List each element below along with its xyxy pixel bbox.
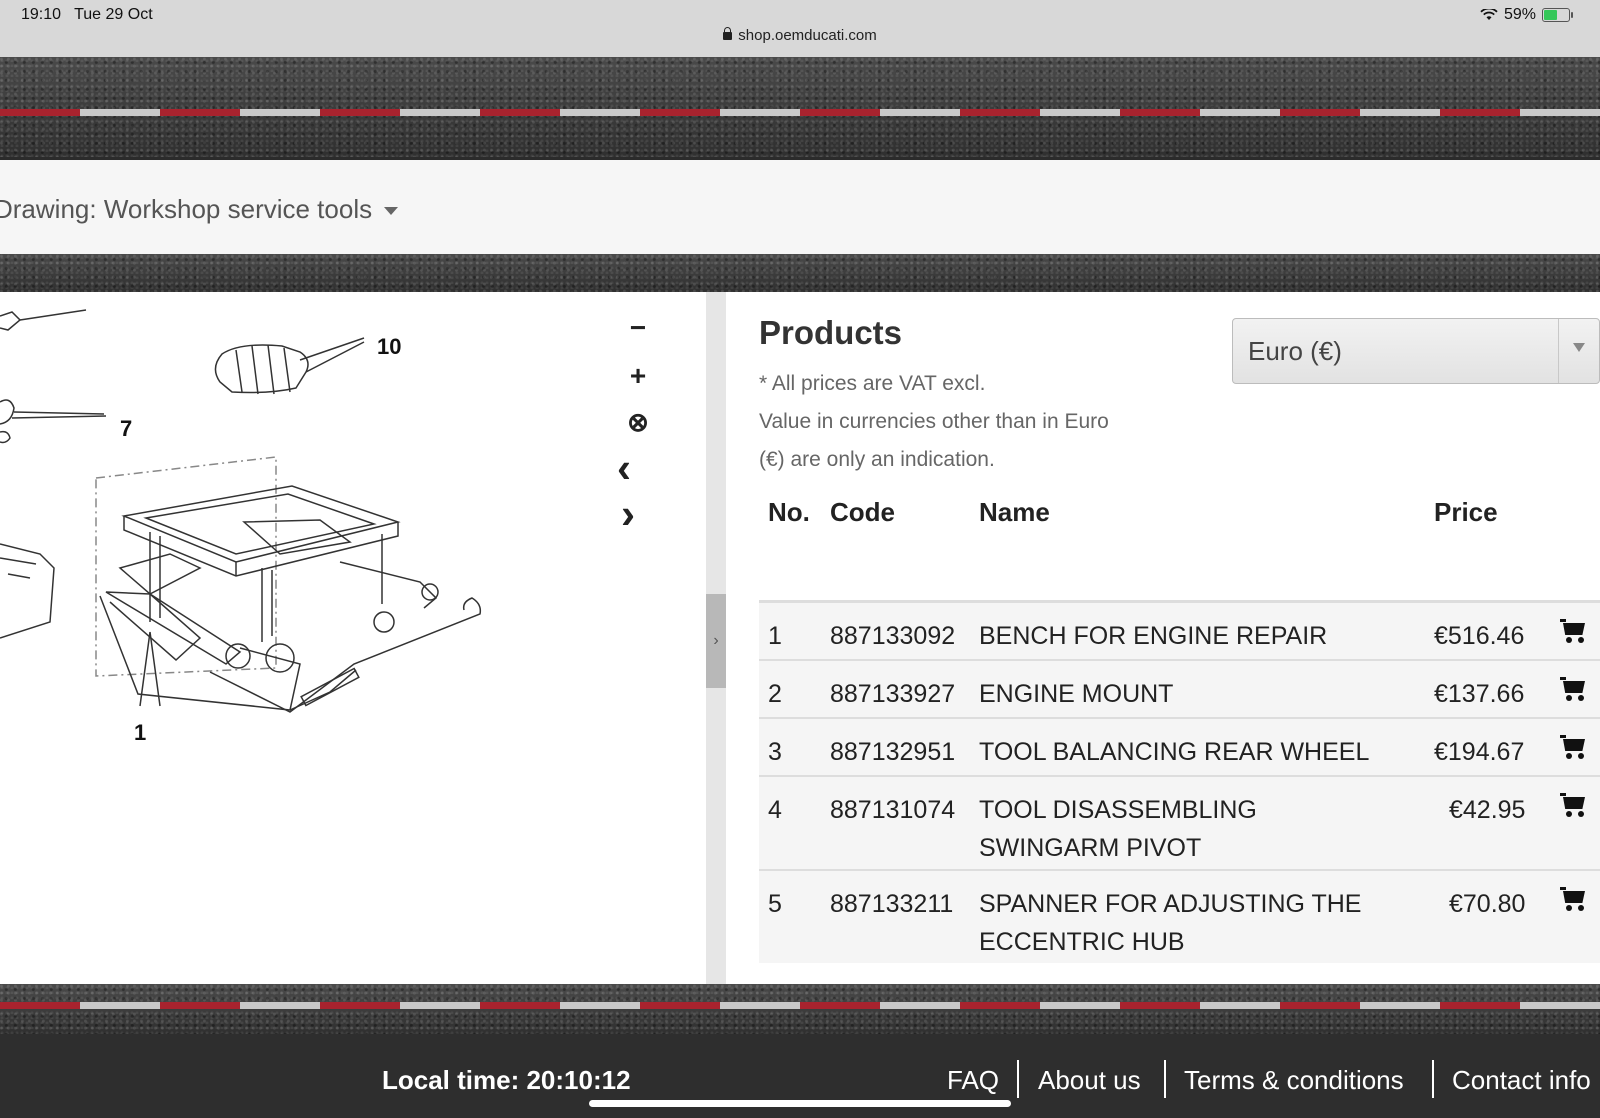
row-price: €516.46 xyxy=(1434,622,1525,650)
currency-select[interactable]: Euro (€) xyxy=(1232,318,1600,384)
row-number: 2 xyxy=(768,680,782,708)
drawing-dropdown[interactable]: Drawing: Workshop service tools xyxy=(0,194,399,225)
row-name: TOOL BALANCING REAR WHEEL xyxy=(979,738,1370,766)
reset-view-button[interactable]: ⊗ xyxy=(622,406,654,438)
footer-link-contact[interactable]: Contact info xyxy=(1452,1065,1591,1096)
lock-icon xyxy=(723,27,733,40)
url-text: shop.oemducati.com xyxy=(738,27,877,44)
footer-link-faq[interactable]: FAQ xyxy=(947,1065,999,1096)
drawing-title: Drawing: Workshop service tools xyxy=(0,194,373,224)
row-number: 1 xyxy=(768,622,782,650)
clock: 19:10 xyxy=(21,6,62,23)
row-price: €194.67 xyxy=(1434,738,1525,766)
currency-note: Value in currencies other than in Euro xyxy=(759,410,1109,433)
add-to-cart-icon[interactable] xyxy=(1560,793,1588,819)
racing-stripe xyxy=(0,109,1600,116)
caret-down-icon xyxy=(384,207,399,216)
status-indicators: 59% xyxy=(1480,6,1573,24)
add-to-cart-icon[interactable] xyxy=(1560,677,1588,703)
chevron-down-icon xyxy=(1558,319,1599,383)
row-code: 887133211 xyxy=(830,890,954,918)
racing-stripe xyxy=(0,1002,1600,1009)
next-drawing-button[interactable]: › xyxy=(612,490,644,537)
row-code: 887132951 xyxy=(830,738,956,766)
products-title: Products xyxy=(759,314,903,351)
row-number: 3 xyxy=(768,738,782,766)
header-background xyxy=(0,57,1600,157)
column-header-price: Price xyxy=(1434,497,1498,527)
footer-link-terms[interactable]: Terms & conditions xyxy=(1184,1065,1404,1096)
close-circle-icon: ⊗ xyxy=(627,406,649,437)
zoom-out-button[interactable]: − xyxy=(622,312,654,344)
row-name: ENGINE MOUNT xyxy=(979,680,1174,708)
table-header: No. Code Name Price xyxy=(759,497,1600,549)
chevron-right-icon[interactable]: › xyxy=(706,594,726,688)
vat-note: * All prices are VAT excl. xyxy=(759,372,986,395)
local-time: Local time: 20:10:12 xyxy=(382,1065,631,1095)
wifi-icon xyxy=(1480,9,1498,20)
minus-icon: − xyxy=(629,312,647,343)
parts-illustration xyxy=(0,309,482,713)
callout-label: 1 xyxy=(134,720,147,745)
zoom-in-button[interactable]: + xyxy=(622,360,654,392)
panel-divider[interactable]: › xyxy=(706,292,726,984)
currency-note: (€) are only an indication. xyxy=(759,448,995,471)
battery-percent: 59% xyxy=(1503,6,1536,23)
table-row[interactable]: 4 887131074 TOOL DISASSEMBLING SWINGARM … xyxy=(759,777,1600,871)
date: Tue 29 Oct xyxy=(74,6,153,23)
currency-value: Euro (€) xyxy=(1248,336,1342,366)
row-name: BENCH FOR ENGINE REPAIR xyxy=(979,622,1328,650)
callout-label: 7 xyxy=(120,416,133,441)
chevron-left-icon: ‹ xyxy=(617,444,631,491)
add-to-cart-icon[interactable] xyxy=(1560,619,1588,645)
row-code: 887133092 xyxy=(830,622,956,650)
status-time: 19:10 Tue 29 Oct xyxy=(21,6,153,24)
battery-icon xyxy=(1542,8,1573,22)
table-row[interactable]: 2 887133927 ENGINE MOUNT €137.66 xyxy=(759,661,1600,719)
previous-drawing-button[interactable]: ‹ xyxy=(608,444,640,491)
row-price: €137.66 xyxy=(1434,680,1525,708)
footer-separator xyxy=(1017,1060,1019,1098)
footer-link-about[interactable]: About us xyxy=(1038,1065,1141,1096)
plus-icon: + xyxy=(629,360,647,391)
row-price: €42.95 xyxy=(1449,796,1526,824)
footer-background xyxy=(0,984,1600,1034)
row-price: €70.80 xyxy=(1449,890,1526,918)
callout-label: 10 xyxy=(377,334,402,359)
table-row[interactable]: 3 887132951 TOOL BALANCING REAR WHEEL €1… xyxy=(759,719,1600,777)
column-header-no: No. xyxy=(768,497,810,527)
row-name: SPANNER FOR ADJUSTING THE ECCENTRIC HUB xyxy=(979,890,1362,956)
add-to-cart-icon[interactable] xyxy=(1560,735,1588,761)
parts-drawing-viewer[interactable]: 10 7 1 − + ⊗ ‹ › xyxy=(0,292,706,984)
footer-separator xyxy=(1432,1060,1434,1098)
table-row[interactable]: 1 887133092 BENCH FOR ENGINE REPAIR €516… xyxy=(759,603,1600,661)
products-panel: Products Euro (€) * All prices are VAT e… xyxy=(726,292,1600,984)
footer-separator xyxy=(1164,1060,1166,1098)
row-code: 887133927 xyxy=(830,680,956,708)
row-number: 5 xyxy=(768,890,782,918)
chevron-right-icon: › xyxy=(621,490,635,537)
column-header-code: Code xyxy=(830,497,895,527)
address-bar[interactable]: shop.oemducati.com xyxy=(0,27,1600,44)
row-number: 4 xyxy=(768,796,782,824)
row-code: 887131074 xyxy=(830,796,956,824)
separator-background xyxy=(0,254,1600,292)
drawing-selector-bar: Drawing: Workshop service tools xyxy=(0,160,1600,254)
row-name: TOOL DISASSEMBLING SWINGARM PIVOT xyxy=(979,796,1257,862)
add-to-cart-icon[interactable] xyxy=(1560,887,1588,913)
home-indicator[interactable] xyxy=(589,1100,1011,1107)
table-row[interactable]: 5 887133211 SPANNER FOR ADJUSTING THE EC… xyxy=(759,871,1600,963)
status-bar: 19:10 Tue 29 Oct shop.oemducati.com 59% xyxy=(0,0,1600,57)
column-header-name: Name xyxy=(979,497,1050,527)
